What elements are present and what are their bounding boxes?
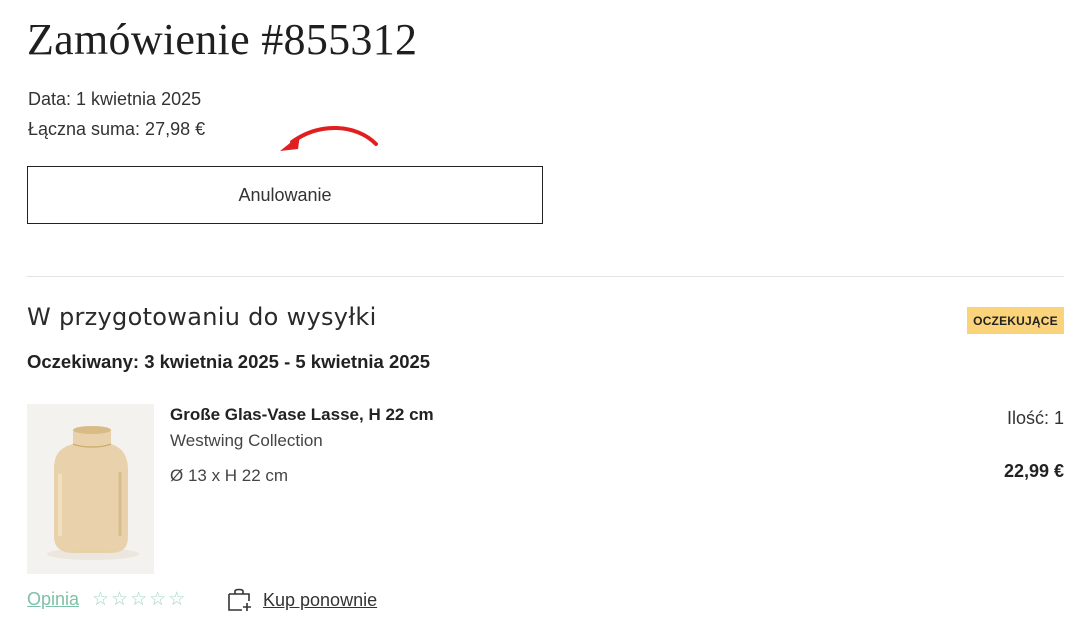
rebuy-label[interactable]: Kup ponownie bbox=[263, 590, 377, 611]
rebuy-button[interactable]: Kup ponownie bbox=[227, 588, 377, 612]
star-icon[interactable]: ☆ bbox=[92, 590, 109, 609]
expected-delivery: Oczekiwany: 3 kwietnia 2025 - 5 kwietnia… bbox=[27, 351, 431, 372]
product-name[interactable]: Große Glas-Vase Lasse, H 22 cm bbox=[170, 405, 434, 425]
star-icon[interactable]: ☆ bbox=[111, 590, 128, 609]
product-brand: Westwing Collection bbox=[170, 431, 323, 450]
order-total: Łączna suma: 27,98 € bbox=[28, 119, 206, 139]
shipment-title: W przygotowaniu do wysyłki bbox=[27, 303, 377, 331]
order-title: Zamówienie #855312 bbox=[27, 15, 418, 64]
product-image[interactable] bbox=[27, 404, 154, 574]
red-curved-arrow-icon bbox=[280, 126, 378, 151]
status-badge: OCZEKUJĄCE bbox=[967, 307, 1064, 334]
product-dimensions: Ø 13 x H 22 cm bbox=[170, 466, 289, 485]
rating-stars[interactable]: ☆ ☆ ☆ ☆ ☆ bbox=[92, 590, 185, 609]
glass-vase-image bbox=[27, 404, 154, 574]
star-icon[interactable]: ☆ bbox=[149, 590, 166, 609]
cancel-order-button[interactable]: Anulowanie bbox=[27, 166, 543, 224]
product-price: 22,99 € bbox=[1003, 461, 1064, 481]
star-icon[interactable]: ☆ bbox=[130, 590, 147, 609]
add-to-bag-icon bbox=[228, 588, 251, 611]
review-link[interactable]: Opinia bbox=[27, 589, 79, 610]
product-quantity: Ilość: 1 bbox=[1006, 408, 1064, 428]
star-icon[interactable]: ☆ bbox=[168, 590, 185, 609]
order-date: Data: 1 kwietnia 2025 bbox=[28, 89, 202, 109]
section-divider bbox=[27, 276, 1064, 277]
